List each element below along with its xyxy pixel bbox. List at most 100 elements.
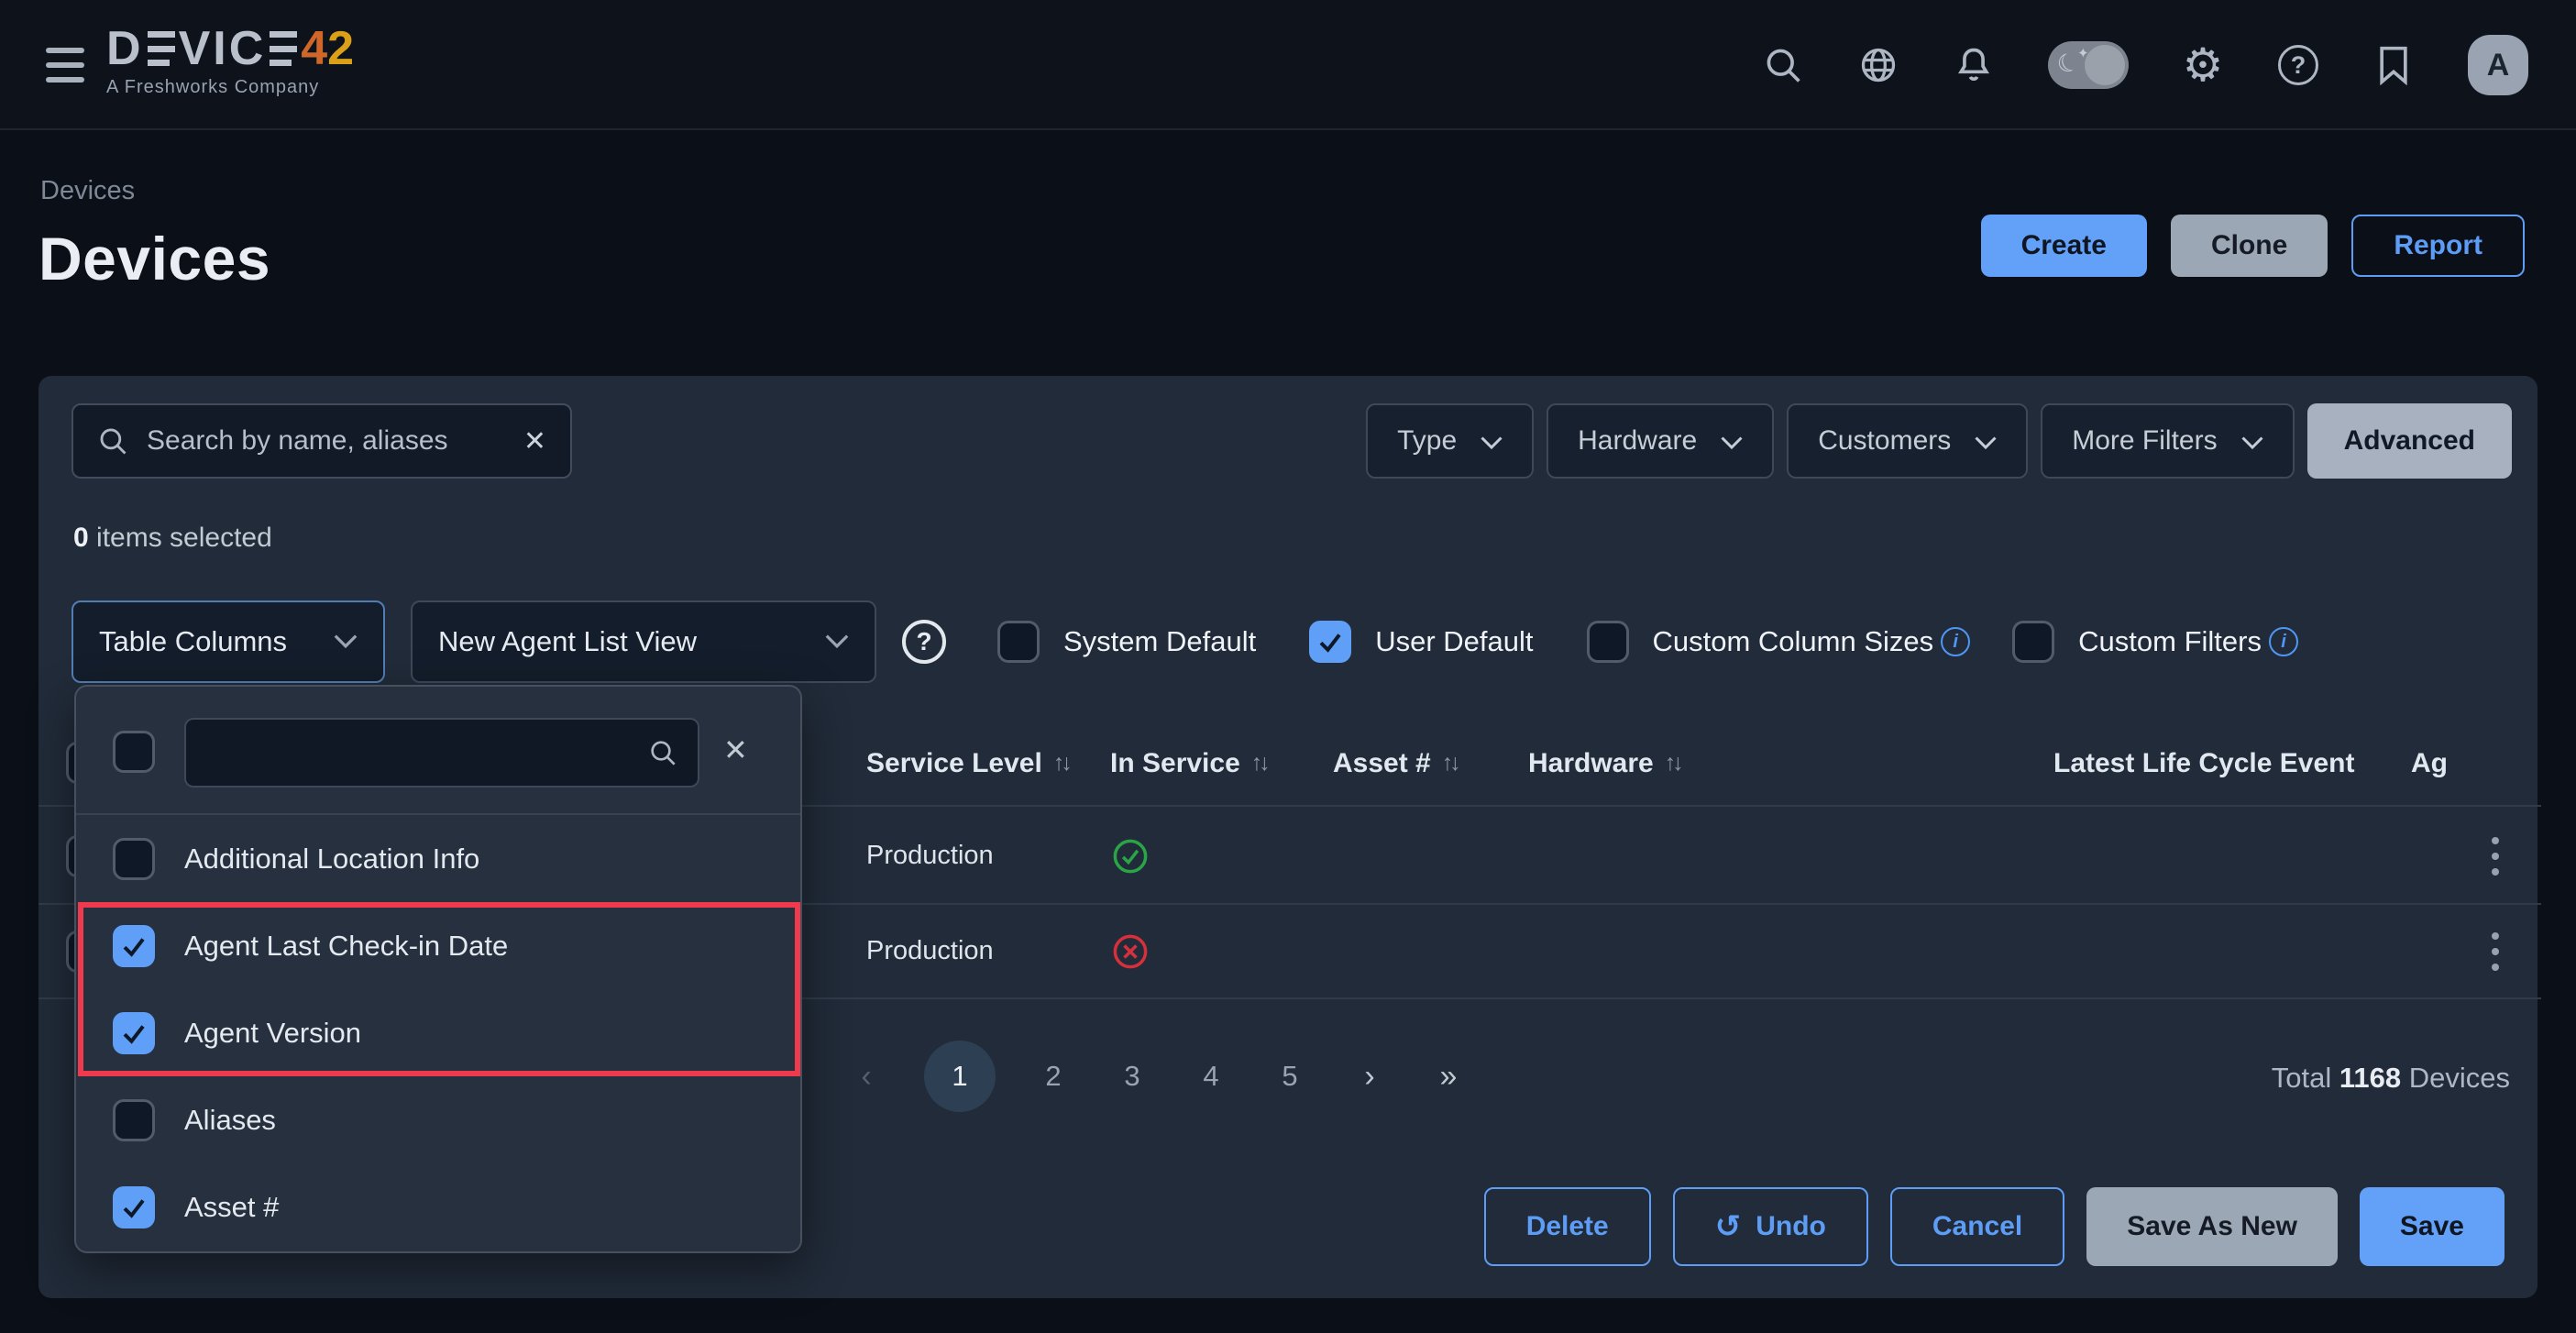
- search-icon: [648, 738, 677, 767]
- total-devices: Total 1168 Devices: [2272, 1062, 2510, 1095]
- pagination-page-3[interactable]: 3: [1111, 1060, 1153, 1093]
- option-custom-column-sizes[interactable]: Custom Column Sizes: [1587, 621, 1934, 663]
- row-actions-kebab-icon[interactable]: [2484, 830, 2506, 883]
- save-as-new-button[interactable]: Save As New: [2086, 1187, 2338, 1266]
- sort-icon[interactable]: ↑↓: [1665, 750, 1680, 777]
- option-user-default[interactable]: User Default: [1309, 621, 1533, 663]
- search-icon[interactable]: [1762, 44, 1804, 86]
- column-header-in-service[interactable]: In Service↑↓: [1110, 720, 1267, 807]
- column-option-label: Agent Version: [184, 1017, 361, 1050]
- close-panel-search-icon[interactable]: ✕: [723, 733, 748, 767]
- bookmark-icon[interactable]: [2372, 44, 2415, 86]
- help-icon[interactable]: ?: [2277, 44, 2319, 86]
- notifications-bell-icon[interactable]: [1953, 44, 1995, 86]
- service-level-cell: Production: [866, 809, 994, 903]
- filter-more-filters-dropdown[interactable]: More Filters: [2041, 403, 2294, 479]
- delete-button[interactable]: Delete: [1484, 1187, 1651, 1266]
- pagination-prev-icon[interactable]: ‹: [845, 1059, 887, 1095]
- column-checkbox[interactable]: [113, 1099, 155, 1141]
- column-option-asset-number[interactable]: Asset #: [76, 1163, 800, 1250]
- logo-four: 4: [301, 21, 327, 76]
- dark-mode-toggle[interactable]: ☾ ✦: [2048, 41, 2129, 89]
- info-icon[interactable]: i: [2269, 627, 2298, 656]
- filter-hardware-dropdown[interactable]: Hardware: [1547, 403, 1774, 479]
- menu-icon[interactable]: [46, 48, 84, 83]
- sort-icon[interactable]: ↑↓: [1442, 750, 1458, 777]
- option-custom-filters[interactable]: Custom Filters: [2012, 621, 2262, 663]
- column-checkbox[interactable]: [113, 838, 155, 880]
- undo-button[interactable]: ↺Undo: [1673, 1187, 1868, 1266]
- panel-search-box: [184, 718, 699, 788]
- breadcrumb[interactable]: Devices: [40, 176, 135, 206]
- sort-icon[interactable]: ↑↓: [1251, 750, 1267, 777]
- report-button[interactable]: Report: [2351, 215, 2525, 277]
- column-option-additional-location-info[interactable]: Additional Location Info: [76, 815, 800, 902]
- selection-status: 0 items selected: [73, 523, 272, 554]
- column-header-latest-life-cycle-event[interactable]: Latest Life Cycle Event: [2053, 720, 2354, 807]
- column-checkbox[interactable]: [113, 925, 155, 967]
- device-search-input[interactable]: [147, 425, 505, 457]
- table-columns-label: Table Columns: [99, 625, 287, 658]
- chevron-down-icon: [2241, 436, 2263, 450]
- chevron-down-icon: [1721, 436, 1743, 450]
- user-default-checkbox[interactable]: [1309, 621, 1351, 663]
- clone-button[interactable]: Clone: [2171, 215, 2328, 277]
- settings-gear-icon[interactable]: ⚙: [2182, 44, 2224, 86]
- column-header-asset[interactable]: Asset #↑↓: [1333, 720, 1458, 807]
- user-avatar[interactable]: A: [2468, 35, 2528, 95]
- column-option-aliases[interactable]: Aliases: [76, 1076, 800, 1163]
- cancel-button[interactable]: Cancel: [1890, 1187, 2064, 1266]
- pagination-page-5[interactable]: 5: [1269, 1060, 1311, 1093]
- logo-two: 2: [327, 21, 354, 76]
- filter-label: Type: [1397, 425, 1457, 457]
- table-columns-panel: ✕ Additional Location Info Agent Last Ch…: [74, 685, 802, 1253]
- custom-column-sizes-checkbox[interactable]: [1587, 621, 1629, 663]
- logo-e-icon: [270, 31, 297, 66]
- advanced-filters-button[interactable]: Advanced: [2307, 403, 2512, 479]
- option-label: Custom Column Sizes: [1653, 625, 1934, 658]
- system-default-checkbox[interactable]: [997, 621, 1040, 663]
- column-header-hardware[interactable]: Hardware↑↓: [1528, 720, 1680, 807]
- toggle-knob: [2085, 45, 2125, 85]
- undo-icon: ↺: [1715, 1211, 1742, 1242]
- filter-label: Customers: [1818, 425, 1951, 457]
- panel-select-all-checkbox[interactable]: [113, 731, 155, 773]
- column-option-agent-version[interactable]: Agent Version: [76, 989, 800, 1076]
- pagination-last-icon[interactable]: »: [1426, 1059, 1469, 1095]
- row-actions-kebab-icon[interactable]: [2484, 925, 2506, 978]
- column-header-service-level[interactable]: Service Level↑↓: [866, 720, 1069, 807]
- service-level-cell: Production: [866, 905, 994, 997]
- column-option-agent-last-check-in-date[interactable]: Agent Last Check-in Date: [76, 902, 800, 989]
- sort-icon[interactable]: ↑↓: [1053, 750, 1069, 777]
- clear-search-icon[interactable]: ✕: [523, 425, 546, 457]
- create-button[interactable]: Create: [1981, 215, 2147, 277]
- list-view-dropdown[interactable]: New Agent List View: [411, 600, 876, 683]
- custom-filters-checkbox[interactable]: [2012, 621, 2054, 663]
- logo-letter: D: [106, 26, 144, 72]
- save-button[interactable]: Save: [2360, 1187, 2504, 1266]
- column-option-label: Additional Location Info: [184, 843, 479, 876]
- table-columns-dropdown[interactable]: Table Columns: [72, 600, 385, 683]
- column-checkbox[interactable]: [113, 1012, 155, 1054]
- logo-e-icon: [148, 31, 175, 66]
- search-icon: [97, 425, 128, 457]
- pagination-page-4[interactable]: 4: [1190, 1060, 1232, 1093]
- pagination-page-1[interactable]: 1: [924, 1041, 996, 1112]
- pagination: ‹ 1 2 3 4 5 › »: [845, 1036, 1469, 1117]
- filter-label: Hardware: [1578, 425, 1697, 457]
- pagination-next-icon[interactable]: ›: [1348, 1059, 1390, 1095]
- selection-count: 0: [73, 523, 89, 553]
- globe-icon[interactable]: [1857, 44, 1899, 86]
- column-header-agent-truncated[interactable]: Ag: [2411, 720, 2448, 807]
- list-view-name: New Agent List View: [438, 625, 697, 658]
- filter-type-dropdown[interactable]: Type: [1366, 403, 1534, 479]
- column-checkbox[interactable]: [113, 1186, 155, 1228]
- option-system-default[interactable]: System Default: [997, 621, 1256, 663]
- view-help-icon[interactable]: ?: [902, 620, 946, 664]
- pagination-page-2[interactable]: 2: [1032, 1060, 1074, 1093]
- option-label: Custom Filters: [2078, 625, 2262, 658]
- info-icon[interactable]: i: [1941, 627, 1970, 656]
- filter-customers-dropdown[interactable]: Customers: [1787, 403, 2028, 479]
- column-search-input[interactable]: [206, 738, 648, 768]
- topbar: D VIC 4 2 A Freshworks Company ☾ ✦ ⚙ ? A: [0, 0, 2576, 130]
